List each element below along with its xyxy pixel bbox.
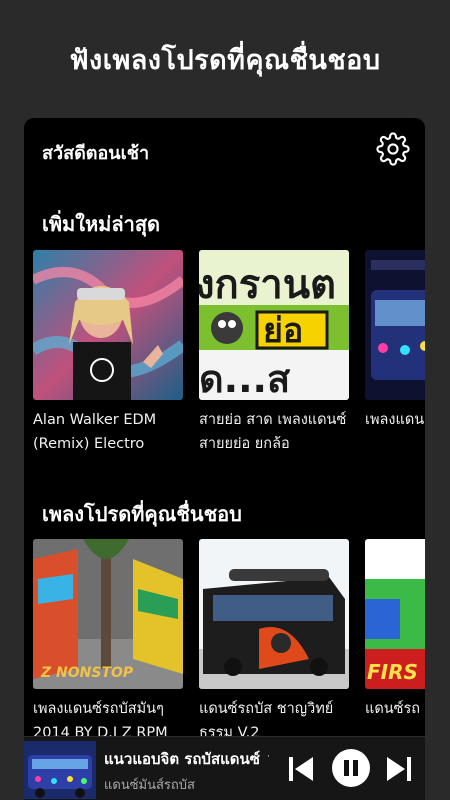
- pause-icon[interactable]: [332, 749, 370, 791]
- greeting-text: สวัสดีตอนเช้า: [42, 143, 150, 164]
- latest-row: Alan Walker EDM (Remix) Electro งกรานต ย…: [33, 250, 425, 480]
- section-title-favorites: เพลงโปรดที่คุณชื่นชอบ: [42, 502, 242, 526]
- svg-text:FIRS: FIRS: [367, 660, 418, 684]
- svg-text:ด...ส: ด...ส: [199, 357, 291, 400]
- song-title: Alan Walker EDM (Remix) Electro: [33, 412, 157, 452]
- skip-next-icon[interactable]: [385, 754, 413, 788]
- mini-player[interactable]: แนวแอบจิต รถบัสแดนซ์ ↑ แดนซ์มันส์รถบัส: [24, 736, 425, 800]
- now-playing-title: แนวแอบจิต รถบัสแดนซ์ ↑: [104, 750, 269, 768]
- song-thumbnail: [365, 250, 425, 400]
- gear-icon[interactable]: [376, 132, 410, 166]
- song-card[interactable]: Alan Walker EDM (Remix) Electro: [33, 250, 183, 456]
- svg-text:ย่อ: ย่อ: [263, 311, 303, 351]
- favorites-row: Z NONSTOP เพลงแดนซ์รถบัสมันๆ 2014 BY D.J…: [33, 539, 425, 758]
- svg-text:งกรานต: งกรานต: [199, 262, 336, 308]
- now-playing-artist: แดนซ์มันส์รถบัส: [104, 778, 195, 793]
- song-title: เพลงแดนเพลงแดน: [365, 412, 425, 428]
- song-thumbnail: [199, 539, 349, 689]
- song-title: สายย่อ สาด เพลงแดนซ์ สายยย่อ ยกล้อ: [199, 412, 347, 452]
- now-playing-artwork: [24, 741, 96, 799]
- song-thumbnail: งกรานต ย่อ ด...ส: [199, 250, 349, 400]
- svg-text:Z NONSTOP: Z NONSTOP: [40, 665, 134, 681]
- skip-previous-icon[interactable]: [287, 754, 315, 788]
- song-card[interactable]: แดนซ์รถบัส ชาญวิทย์ ธรรม V.2: [199, 539, 349, 745]
- home-panel: สวัสดีตอนเช้า เพิ่มใหม่ล่าสุด Alan Walke…: [24, 118, 425, 758]
- page-title: ฟังเพลงโปรดที่คุณชื่นชอบ: [69, 45, 381, 76]
- song-thumbnail: [33, 250, 183, 400]
- song-thumbnail: Z NONSTOP: [33, 539, 183, 689]
- song-card[interactable]: FIRS แดนซ์รถ ChaDow: [365, 539, 425, 745]
- section-title-latest: เพิ่มใหม่ล่าสุด: [42, 212, 161, 236]
- song-thumbnail: FIRS: [365, 539, 425, 689]
- song-card[interactable]: งกรานต ย่อ ด...ส สายย่อ สาด เพลงแดนซ์ สา…: [199, 250, 349, 456]
- song-card[interactable]: เพลงแดนเพลงแดน: [365, 250, 425, 456]
- song-card[interactable]: Z NONSTOP เพลงแดนซ์รถบัสมันๆ 2014 BY D.J…: [33, 539, 183, 745]
